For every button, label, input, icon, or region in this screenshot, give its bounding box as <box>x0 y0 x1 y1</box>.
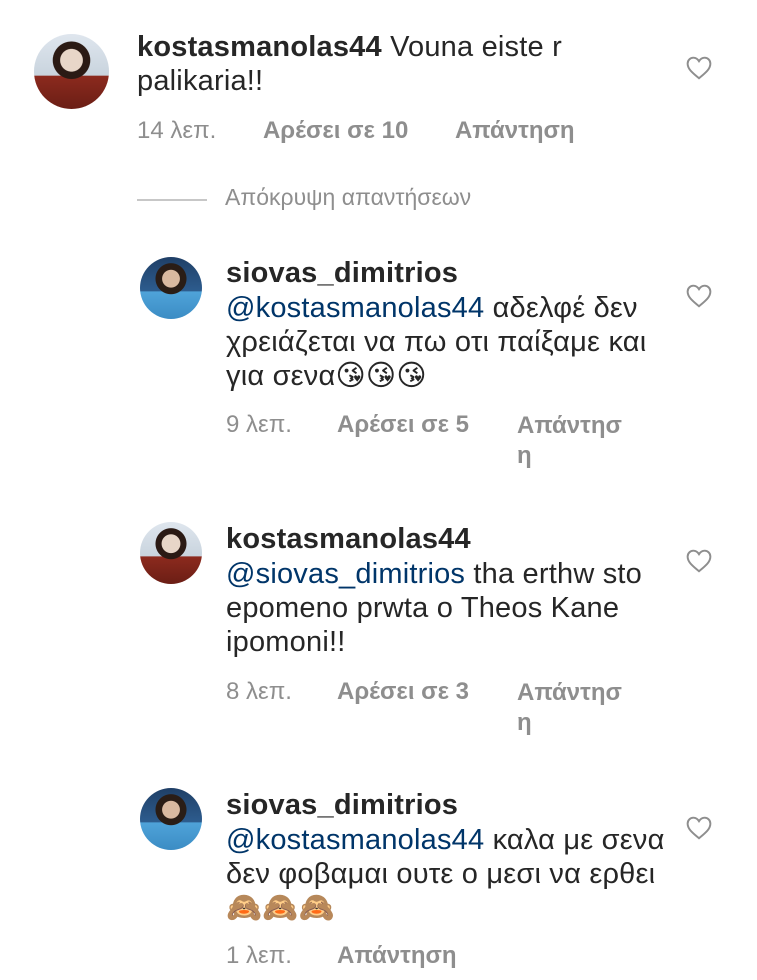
emoji-group: 🙈🙈🙈 <box>226 892 335 924</box>
comment-text: kostasmanolas44 @siovas_dimitrios tha er… <box>226 522 666 659</box>
comment-username[interactable]: kostasmanolas44 <box>137 31 382 63</box>
hide-replies-label[interactable]: Απόκρυψη απαντήσεων <box>225 184 471 211</box>
comment-likes-count[interactable]: Αρέσει σε 3 <box>337 678 469 706</box>
divider <box>137 199 207 201</box>
user-avatar[interactable] <box>140 788 202 850</box>
comment-username[interactable]: siovas_dimitrios <box>226 788 666 822</box>
comment-username[interactable]: siovas_dimitrios <box>226 256 666 290</box>
comment-username[interactable]: kostasmanolas44 <box>226 522 666 556</box>
mention-link[interactable]: @siovas_dimitrios <box>226 558 465 590</box>
reply-button[interactable]: Απάντηση <box>517 678 622 738</box>
user-avatar[interactable] <box>34 34 109 109</box>
comment-time: 14 λεπ. <box>137 117 217 144</box>
mention-link[interactable]: @kostasmanolas44 <box>226 292 484 324</box>
comment-time: 1 λεπ. <box>226 942 292 969</box>
comment-likes-count[interactable]: Αρέσει σε 5 <box>337 411 469 439</box>
comment-likes-count[interactable]: Αρέσει σε 10 <box>263 117 408 144</box>
heart-outline-icon[interactable] <box>686 549 712 573</box>
mention-link[interactable]: @kostasmanolas44 <box>226 824 484 856</box>
emoji-group: 😘😘😘 <box>335 360 427 392</box>
heart-outline-icon[interactable] <box>686 816 712 840</box>
reply-button[interactable]: Απάντηση <box>337 942 457 970</box>
heart-outline-icon[interactable] <box>686 284 712 308</box>
comment-text: siovas_dimitrios @kostasmanolas44 αδελφέ… <box>226 256 666 393</box>
reply-button[interactable]: Απάντηση <box>517 411 622 471</box>
comment-time: 8 λεπ. <box>226 678 292 705</box>
user-avatar[interactable] <box>140 257 202 319</box>
reply-button[interactable]: Απάντηση <box>455 117 575 144</box>
comment-text: kostasmanolas44 Vouna eiste r palikaria!… <box>137 30 637 98</box>
comment-time: 9 λεπ. <box>226 411 292 438</box>
heart-outline-icon[interactable] <box>686 56 712 80</box>
comment-text: siovas_dimitrios @kostasmanolas44 καλα μ… <box>226 788 666 925</box>
user-avatar[interactable] <box>140 522 202 584</box>
comment-meta: 9 λεπ. <box>226 411 292 439</box>
comment-meta: 14 λεπ. Αρέσει σε 10 Απάντηση <box>137 117 575 145</box>
